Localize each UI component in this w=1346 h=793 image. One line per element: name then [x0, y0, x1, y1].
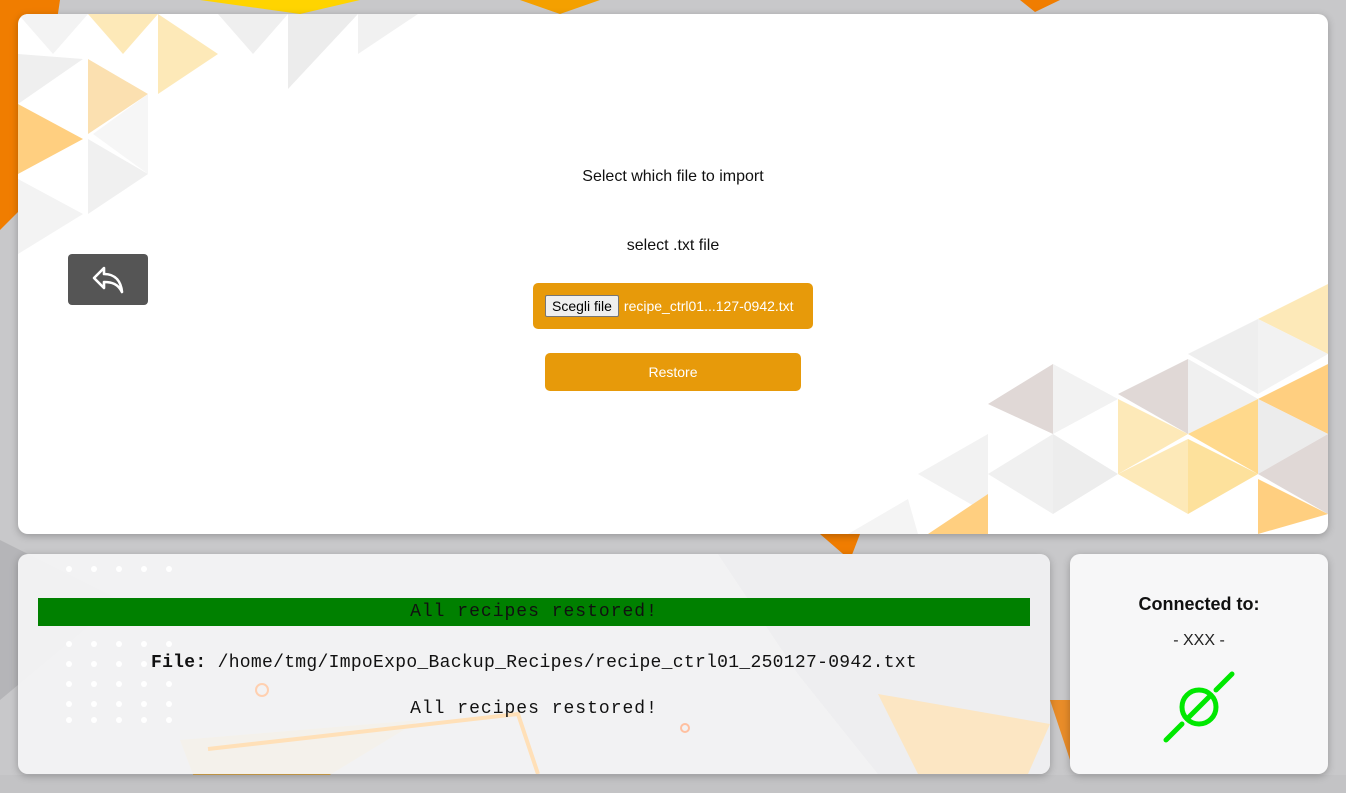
connection-title: Connected to:	[1138, 594, 1260, 614]
connection-panel: Connected to: - XXX -	[1070, 554, 1328, 774]
result-message: All recipes restored!	[410, 699, 658, 719]
file-label: File:	[150, 653, 207, 673]
triangle-pattern-top-left	[18, 14, 418, 254]
plug-connected-icon	[1163, 671, 1235, 743]
file-type-hint: select .txt file	[626, 237, 720, 254]
connection-host: - XXX -	[1173, 632, 1225, 649]
choose-file-button[interactable]: Scegli file	[545, 295, 619, 317]
import-panel: Select which file to import select .txt …	[18, 14, 1328, 534]
triangle-pattern-bottom-right	[848, 284, 1328, 534]
import-title: Select which file to import	[582, 168, 764, 185]
back-button[interactable]	[68, 254, 148, 305]
restored-file-line: File: /home/tmg/ImpoExpo_Backup_Recipes/…	[18, 653, 1050, 673]
status-banner: All recipes restored!	[38, 598, 1030, 626]
file-input[interactable]: Scegli file recipe_ctrl01...127-0942.txt	[533, 283, 813, 329]
selected-file-name: recipe_ctrl01...127-0942.txt	[623, 298, 794, 314]
file-path: /home/tmg/ImpoExpo_Backup_Recipes/recipe…	[217, 653, 918, 673]
restore-log-panel: All recipes restored! File: /home/tmg/Im…	[18, 554, 1050, 774]
restore-button[interactable]: Restore	[545, 353, 801, 391]
reply-arrow-icon	[92, 266, 124, 293]
